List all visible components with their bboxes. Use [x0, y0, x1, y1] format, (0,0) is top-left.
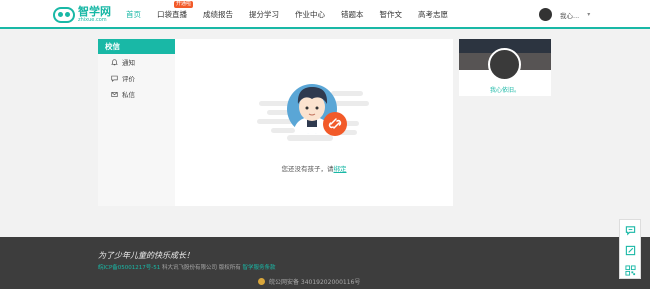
- logo-name-cn: 智学网: [78, 5, 111, 18]
- owl-logo-icon: [53, 6, 75, 23]
- footer-copyright: 皖ICP备05001217号-51 科大讯飞股份有限公司 版权所有 智学服务条款: [98, 263, 276, 271]
- edit-button[interactable]: [620, 240, 640, 260]
- caret-down-icon: ▾: [587, 11, 591, 18]
- bell-icon: [111, 58, 118, 65]
- qrcode-icon: [624, 264, 636, 276]
- site-logo[interactable]: 智学网 zhixue.com: [53, 4, 111, 25]
- feedback-button[interactable]: [620, 220, 640, 240]
- company-text: 科大讯飞股份有限公司 版权所有: [162, 265, 241, 271]
- icp-link[interactable]: 皖ICP备05001217号-51: [98, 265, 160, 271]
- chat-icon: [625, 225, 635, 235]
- top-header: 智学网 zhixue.com 首页 口袋直播 开通啦 成绩报告 提分学习 作业中…: [0, 0, 650, 29]
- empty-child-illustration: [257, 84, 369, 141]
- user-menu[interactable]: 我心... ▾: [539, 8, 590, 21]
- service-terms-link[interactable]: 智学服务条款: [243, 265, 276, 271]
- empty-state-text: 您还没有孩子，请绑定: [175, 163, 453, 173]
- nav-homework[interactable]: 作业中心: [287, 0, 333, 29]
- nav-essay[interactable]: 智作文: [372, 0, 411, 29]
- message-sidebar: 校信 通知 评价 私信: [98, 39, 175, 206]
- bind-child-link[interactable]: 绑定: [334, 165, 347, 173]
- profile-avatar[interactable]: [488, 48, 521, 81]
- profile-name[interactable]: 我心依旧。: [459, 85, 551, 94]
- nav-home[interactable]: 首页: [118, 0, 149, 29]
- avatar: [539, 8, 552, 21]
- main-nav: 首页 口袋直播 开通啦 成绩报告 提分学习 作业中心 错题本 智作文 高考志愿: [118, 0, 456, 29]
- nav-study[interactable]: 提分学习: [241, 0, 287, 29]
- logo-name-en: zhixue.com: [78, 17, 107, 23]
- comment-icon: [111, 75, 118, 82]
- profile-card: 我心依旧。: [459, 39, 551, 96]
- footer-slogan: 为了少年儿童的快乐成长！: [98, 251, 194, 260]
- sidebar-item-message[interactable]: 私信: [98, 86, 175, 102]
- qrcode-button[interactable]: [620, 260, 640, 280]
- nav-live[interactable]: 口袋直播 开通啦: [149, 0, 195, 29]
- user-name: 我心...: [560, 11, 580, 20]
- mail-icon: [111, 91, 118, 97]
- floating-toolbar: [619, 219, 641, 279]
- page-footer: 为了少年儿童的快乐成长！ 皖ICP备05001217号-51 科大讯飞股份有限公…: [0, 237, 650, 289]
- police-record-text: 皖公网安备 34019202000116号: [269, 279, 361, 286]
- edit-icon: [625, 245, 635, 255]
- sidebar-title: 校信: [98, 39, 175, 54]
- sidebar-item-comment[interactable]: 评价: [98, 70, 175, 86]
- sidebar-item-notice[interactable]: 通知: [98, 54, 175, 70]
- police-record[interactable]: 皖公网安备 34019202000116号: [258, 277, 360, 286]
- police-badge-icon: [258, 278, 265, 285]
- nav-mistakes[interactable]: 错题本: [333, 0, 372, 29]
- new-badge: 开通啦: [173, 1, 193, 8]
- nav-gaokao[interactable]: 高考志愿: [410, 0, 456, 29]
- nav-score-report[interactable]: 成绩报告: [195, 0, 241, 29]
- main-panel: 您还没有孩子，请绑定: [175, 39, 453, 206]
- empty-message: 您还没有孩子，请: [281, 165, 334, 173]
